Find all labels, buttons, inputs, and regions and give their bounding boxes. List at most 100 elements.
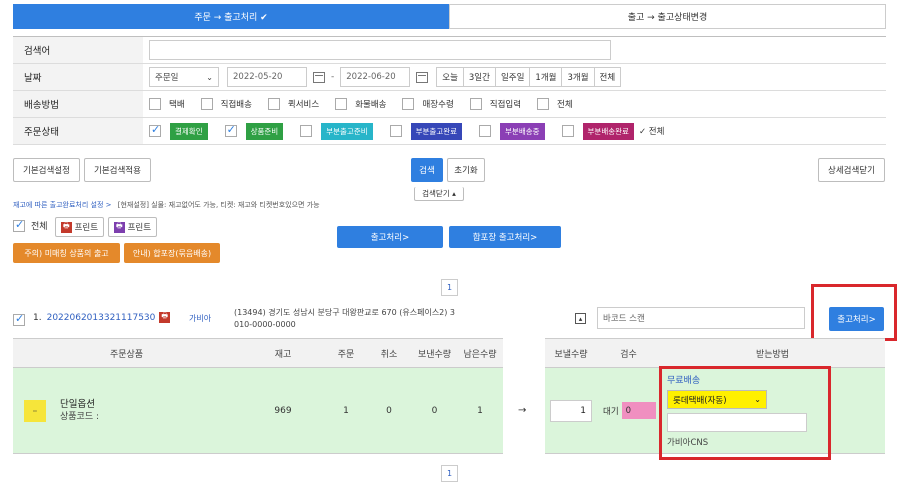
- release-setting-link[interactable]: 재고에 따른 출고완료처리 설정 >: [13, 201, 112, 209]
- barcode-scan-input[interactable]: 바코드 스캔: [597, 307, 805, 329]
- col-cancelled: 취소: [380, 349, 398, 360]
- date-type-select[interactable]: 주문일 ⌄: [149, 67, 219, 87]
- row-ship-method: 배송방법 택배 직접배송 퀵서비스 화물배송 매장수령 직접입력 전체: [13, 91, 886, 118]
- collapse-icon[interactable]: ▴: [575, 313, 586, 324]
- basic-search-apply-button[interactable]: 기본검색적용: [84, 158, 151, 182]
- period-3days[interactable]: 3일간: [462, 67, 496, 87]
- chevron-down-icon: ⌄: [206, 72, 213, 82]
- col-stock: 재고: [274, 349, 292, 360]
- search-close-toggle[interactable]: 검색닫기 ▴: [414, 187, 464, 201]
- unmatched-warning-button[interactable]: 주의) 미매칭 상품의 출고: [13, 243, 120, 263]
- status-badge: 결제확인: [170, 122, 208, 140]
- ship-option-label: 택배: [169, 100, 185, 110]
- checkbox[interactable]: [335, 98, 348, 110]
- tab-order-release[interactable]: 주문 → 출고처리 ✔: [13, 4, 449, 29]
- ship-option-pickup[interactable]: 매장수령: [402, 98, 454, 110]
- to-send-input[interactable]: 1: [550, 399, 592, 422]
- checkbox[interactable]: [389, 125, 402, 137]
- product-name: 단일옵션: [60, 398, 95, 410]
- ship-option-custom[interactable]: 직접입력: [469, 98, 521, 110]
- table-row: ▭ 단일옵션 상품코드 : 969 1 0 0 1: [13, 368, 503, 454]
- ship-option-quick[interactable]: 퀵서비스: [267, 98, 320, 110]
- order-status-label: 주문상태: [13, 118, 143, 144]
- print-button-2[interactable]: 🖶 프린트: [108, 217, 157, 237]
- search-form: 검색어 날짜 주문일 ⌄ 2022-05-20 - 2022-06-20 오늘 3…: [13, 36, 886, 145]
- checkbox[interactable]: [149, 123, 161, 137]
- ship-method-label: 배송방법: [13, 91, 143, 117]
- print-label-2: 프린트: [127, 223, 152, 233]
- checkbox[interactable]: [561, 125, 574, 137]
- keyword-input[interactable]: [149, 40, 611, 60]
- highlight-box: [659, 366, 831, 460]
- checkbox[interactable]: [224, 123, 237, 137]
- status-option[interactable]: 부분출고준비: [300, 122, 373, 140]
- status-option[interactable]: 부분출고완료: [389, 122, 463, 140]
- period-today[interactable]: 오늘: [436, 67, 464, 87]
- detail-search-close-button[interactable]: 상세검색닫기: [818, 158, 885, 182]
- checkbox[interactable]: [267, 98, 280, 110]
- keyword-label: 검색어: [13, 37, 143, 63]
- select-all[interactable]: 전체: [13, 218, 48, 232]
- checkbox[interactable]: [402, 98, 415, 110]
- tab-order-release-label: 주문 → 출고처리 ✔: [194, 13, 268, 23]
- status-option[interactable]: 결제확인: [149, 122, 208, 140]
- checkbox[interactable]: [300, 125, 313, 137]
- combined-guide-button[interactable]: 안내) 합포장(묶음배송): [124, 243, 220, 263]
- row-date: 날짜 주문일 ⌄ 2022-05-20 - 2022-06-20 오늘 3일간 일…: [13, 64, 886, 91]
- calendar-icon[interactable]: [313, 71, 325, 83]
- date-from-input[interactable]: 2022-05-20: [227, 67, 307, 87]
- calendar-icon[interactable]: [416, 71, 429, 83]
- period-3months[interactable]: 3개월: [561, 67, 595, 87]
- select-all-checkbox[interactable]: [13, 218, 25, 232]
- combined-release-button[interactable]: 합포장 출고처리>: [449, 226, 561, 248]
- period-buttons: 오늘 3일간 일주일 1개월 3개월 전체: [436, 67, 622, 87]
- checkbox[interactable]: [200, 98, 213, 110]
- ship-option-label: 퀵서비스: [287, 100, 320, 110]
- status-option[interactable]: 상품준비: [224, 122, 284, 140]
- col-inspect: 검수: [620, 349, 637, 360]
- order-checkbox[interactable]: [13, 312, 25, 326]
- date-to-input[interactable]: 2022-06-20: [340, 67, 411, 87]
- ship-option-label: 직접배송: [220, 100, 252, 110]
- product-code: 상품코드 :: [60, 411, 100, 422]
- page-button[interactable]: 1: [441, 279, 458, 296]
- order-number-link[interactable]: 2022062013321117530: [47, 313, 156, 323]
- period-1month[interactable]: 1개월: [529, 67, 563, 87]
- status-option[interactable]: 부분배송완료: [561, 122, 634, 140]
- ship-option-parcel[interactable]: 택배: [149, 98, 185, 110]
- period-all[interactable]: 전체: [593, 67, 622, 87]
- checkbox[interactable]: [537, 98, 550, 110]
- search-button[interactable]: 검색: [411, 158, 443, 182]
- period-week[interactable]: 일주일: [494, 67, 531, 87]
- select-all-label: 전체: [31, 222, 48, 232]
- status-option[interactable]: 부분배송중: [479, 122, 545, 140]
- col-to-send: 보낼수량: [554, 349, 588, 360]
- to-send-cell: 1: [545, 399, 597, 422]
- ship-option-label: 화물배송: [355, 100, 387, 110]
- tab-release-status-label: 출고 → 출고상태변경: [627, 13, 708, 23]
- info-line: 재고에 따른 출고완료처리 설정 > [현재설정] 실물: 재고없어도 가능, …: [13, 200, 320, 210]
- printer-icon[interactable]: 🖶: [159, 312, 170, 323]
- product-thumbnail: ▭: [24, 399, 46, 422]
- page-button[interactable]: 1: [441, 465, 458, 482]
- tab-release-status[interactable]: 출고 → 출고상태변경: [449, 4, 886, 29]
- ship-option-label: 매장수령: [422, 100, 454, 110]
- col-receive-method: 받는방법: [755, 349, 790, 360]
- status-badge: 부분배송완료: [582, 122, 634, 140]
- reset-button[interactable]: 초기화: [447, 158, 485, 182]
- product-cell: ▭ 단일옵션 상품코드 :: [13, 398, 240, 424]
- checkbox[interactable]: [469, 98, 482, 110]
- basic-search-setting-button[interactable]: 기본검색설정: [13, 158, 80, 182]
- inspect-cell: 대기 0: [597, 402, 660, 419]
- ordered-cell: 1: [343, 405, 349, 416]
- release-process-button[interactable]: 출고처리>: [337, 226, 443, 248]
- ship-option-direct[interactable]: 직접배송: [200, 98, 252, 110]
- cancelled-cell: 0: [386, 405, 392, 416]
- print-button-1[interactable]: 🖶 프린트: [55, 217, 104, 237]
- status-all-label[interactable]: ✓ 전체: [639, 125, 664, 137]
- checkbox[interactable]: [149, 98, 161, 110]
- ship-option-all[interactable]: 전체: [537, 98, 573, 110]
- checkbox[interactable]: [479, 125, 492, 137]
- ship-option-label: 전체: [557, 100, 573, 110]
- ship-option-freight[interactable]: 화물배송: [335, 98, 386, 110]
